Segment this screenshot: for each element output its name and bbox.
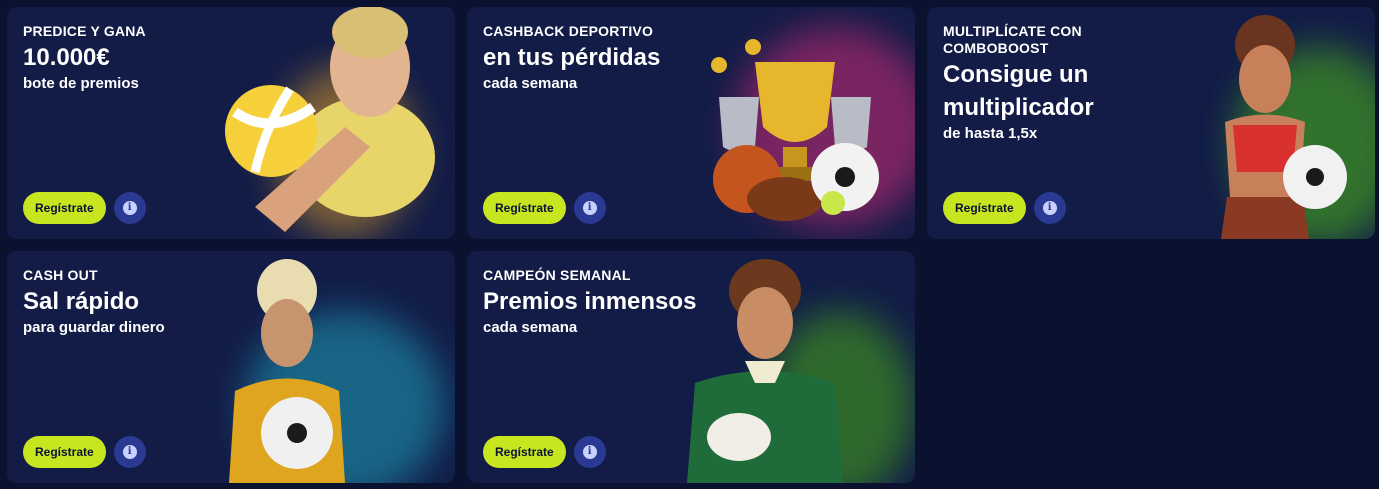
- card-subtitle: cada semana: [483, 319, 578, 336]
- card-subtitle: cada semana: [483, 75, 578, 92]
- card-headline: Premios inmensos: [483, 288, 697, 315]
- register-button[interactable]: Regístrate: [483, 436, 566, 468]
- card-subtitle: bote de premios: [23, 75, 139, 92]
- soccer-player-blonde-illustration: [229, 259, 345, 483]
- info-icon: i: [122, 201, 137, 215]
- card-headline: Sal rápido: [23, 288, 140, 315]
- info-button[interactable]: i: [113, 436, 146, 468]
- info-button[interactable]: i: [113, 192, 146, 224]
- card-subtitle: para guardar dinero: [23, 319, 165, 336]
- soccer-player-woman-illustration: [1221, 15, 1347, 239]
- info-icon: i: [122, 445, 137, 459]
- promo-card-comboboost[interactable]: MULTIPLÍCATE CON COMBOBOOST Consigue un …: [927, 7, 1375, 239]
- card-eyebrow: CASH OUT: [23, 267, 98, 283]
- volleyball-player-illustration: [225, 7, 435, 232]
- info-button[interactable]: i: [1033, 192, 1066, 224]
- promo-card-cash-out[interactable]: CASH OUT Sal rápido para guardar dinero …: [7, 251, 455, 483]
- card-eyebrow: CASHBACK DEPORTIVO: [483, 23, 654, 39]
- register-button[interactable]: Regístrate: [23, 436, 106, 468]
- info-icon: i: [582, 201, 597, 215]
- card-headline: Consigue un multiplicador: [943, 61, 1094, 121]
- promo-card-predice-y-gana[interactable]: PREDICE Y GANA 10.000€ bote de premios R…: [7, 7, 455, 239]
- card-eyebrow: CAMPEÓN SEMANAL: [483, 267, 631, 283]
- info-button[interactable]: i: [573, 192, 606, 224]
- trophy-and-balls-illustration: [711, 39, 879, 221]
- card-headline: 10.000€: [23, 44, 110, 71]
- info-button[interactable]: i: [573, 436, 606, 468]
- register-button[interactable]: Regístrate: [943, 192, 1026, 224]
- register-button[interactable]: Regístrate: [23, 192, 106, 224]
- card-headline: en tus pérdidas: [483, 44, 661, 71]
- card-eyebrow: MULTIPLÍCATE CON COMBOBOOST: [943, 23, 1082, 56]
- info-icon: i: [1042, 201, 1057, 215]
- card-subtitle: de hasta 1,5x: [943, 125, 1038, 142]
- register-button[interactable]: Regístrate: [483, 192, 566, 224]
- promo-card-cashback[interactable]: CASHBACK DEPORTIVO en tus pérdidas cada …: [467, 7, 915, 239]
- info-icon: i: [582, 445, 597, 459]
- promo-card-campeon-semanal[interactable]: CAMPEÓN SEMANAL Premios inmensos cada se…: [467, 251, 915, 483]
- card-eyebrow: PREDICE Y GANA: [23, 23, 146, 39]
